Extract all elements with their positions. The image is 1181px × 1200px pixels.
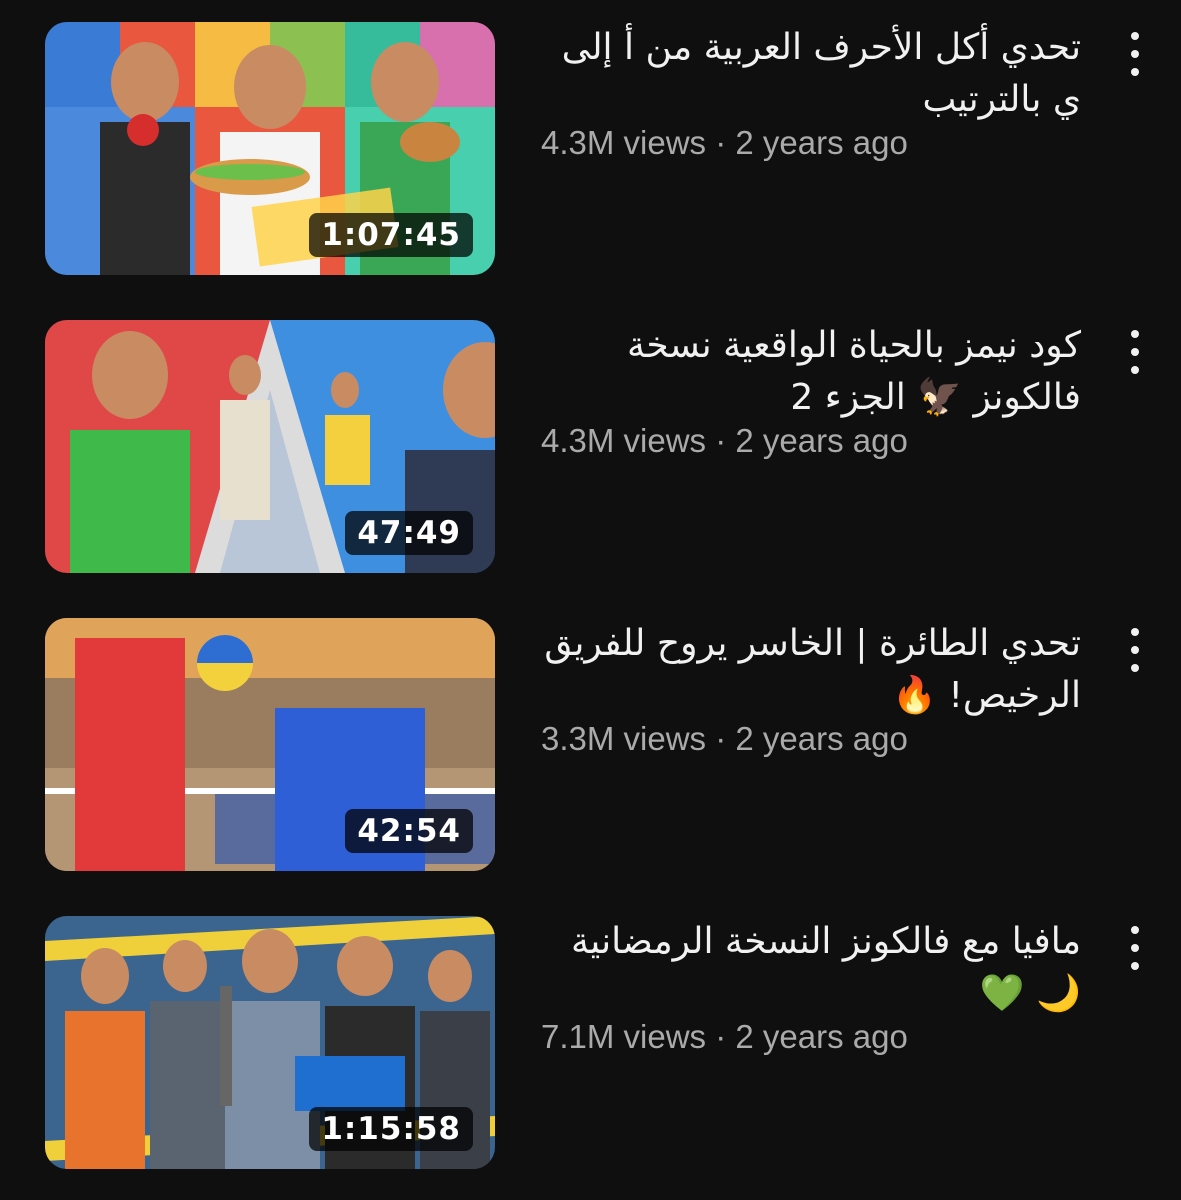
more-vert-icon[interactable] (1120, 330, 1150, 374)
video-item[interactable]: 42:54 تحدي الطائرة | الخاسر يروح للفريق … (0, 618, 1181, 878)
view-count: 7.1M views (541, 1018, 707, 1055)
video-stats: 4.3M views · 2 years ago (541, 422, 1101, 460)
video-feed: 1:07:45 تحدي أكل الأحرف العربية من أ إلى… (0, 0, 1181, 1200)
upload-age: 2 years ago (735, 720, 908, 757)
view-count: 4.3M views (541, 422, 707, 459)
duration-badge: 42:54 (345, 809, 473, 853)
video-title[interactable]: تحدي أكل الأحرف العربية من أ إلى ي بالتر… (541, 22, 1081, 126)
video-thumbnail[interactable]: 1:15:58 (45, 916, 495, 1169)
duration-badge: 47:49 (345, 511, 473, 555)
video-item[interactable]: 1:07:45 تحدي أكل الأحرف العربية من أ إلى… (0, 22, 1181, 282)
view-count: 3.3M views (541, 720, 707, 757)
video-thumbnail[interactable]: 42:54 (45, 618, 495, 871)
view-count: 4.3M views (541, 124, 707, 161)
video-title[interactable]: مافيا مع فالكونز النسخة الرمضانية 🌙 💚 (541, 916, 1081, 1020)
video-meta: كود نيمز بالحياة الواقعية نسخة فالكونز 🦅… (541, 320, 1101, 460)
duration-badge: 1:07:45 (309, 213, 473, 257)
upload-age: 2 years ago (735, 124, 908, 161)
video-item[interactable]: 47:49 كود نيمز بالحياة الواقعية نسخة فال… (0, 320, 1181, 580)
duration-badge: 1:15:58 (309, 1107, 473, 1151)
stats-separator: · (706, 720, 736, 757)
video-thumbnail[interactable]: 47:49 (45, 320, 495, 573)
video-stats: 4.3M views · 2 years ago (541, 124, 1101, 162)
video-thumbnail[interactable]: 1:07:45 (45, 22, 495, 275)
more-vert-icon[interactable] (1120, 32, 1150, 76)
video-meta: تحدي أكل الأحرف العربية من أ إلى ي بالتر… (541, 22, 1101, 162)
video-title[interactable]: كود نيمز بالحياة الواقعية نسخة فالكونز 🦅… (541, 320, 1081, 424)
upload-age: 2 years ago (735, 422, 908, 459)
video-stats: 3.3M views · 2 years ago (541, 720, 1101, 758)
stats-separator: · (706, 1018, 736, 1055)
more-vert-icon[interactable] (1120, 628, 1150, 672)
stats-separator: · (706, 422, 736, 459)
video-stats: 7.1M views · 2 years ago (541, 1018, 1101, 1056)
video-item[interactable]: 1:15:58 مافيا مع فالكونز النسخة الرمضاني… (0, 916, 1181, 1176)
upload-age: 2 years ago (735, 1018, 908, 1055)
stats-separator: · (706, 124, 736, 161)
more-vert-icon[interactable] (1120, 926, 1150, 970)
video-title[interactable]: تحدي الطائرة | الخاسر يروح للفريق الرخيص… (541, 618, 1081, 722)
video-meta: تحدي الطائرة | الخاسر يروح للفريق الرخيص… (541, 618, 1101, 758)
video-meta: مافيا مع فالكونز النسخة الرمضانية 🌙 💚 7.… (541, 916, 1101, 1056)
